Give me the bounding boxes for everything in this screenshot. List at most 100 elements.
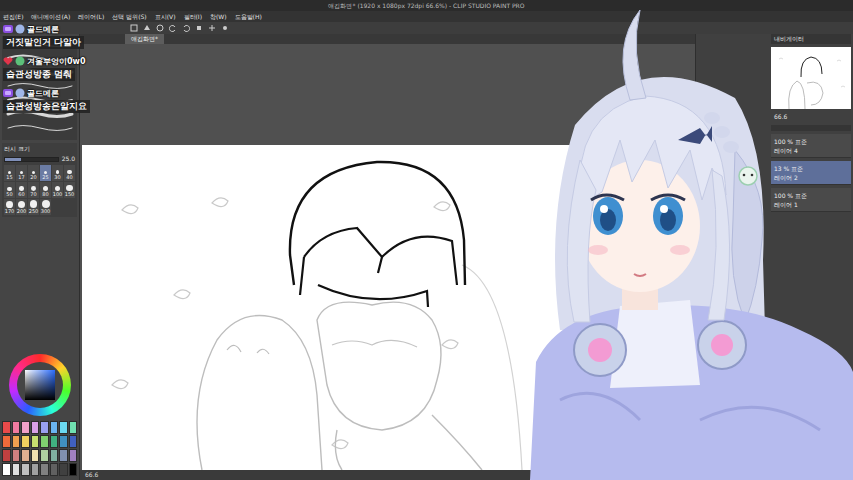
palette-swatch[interactable] xyxy=(2,449,11,462)
tool-button[interactable] xyxy=(169,24,177,32)
palette-swatch[interactable] xyxy=(59,463,68,476)
palette-swatch[interactable] xyxy=(31,421,40,434)
navigator-title[interactable]: 내비게이터 xyxy=(771,34,851,44)
palette-swatch[interactable] xyxy=(21,449,30,462)
palette-swatch[interactable] xyxy=(69,449,78,462)
document-tabs: 애김화면* xyxy=(80,34,695,44)
brush-size-preset[interactable]: 15 xyxy=(4,165,15,181)
tool-button[interactable] xyxy=(143,24,151,32)
palette-swatch[interactable] xyxy=(50,449,59,462)
layer-blend-mode: 표준 xyxy=(795,138,807,145)
palette-swatch[interactable] xyxy=(2,435,11,448)
navigator-preview[interactable] xyxy=(771,47,851,109)
menu-item[interactable]: 선택 범위(S) xyxy=(112,11,146,22)
chat-author: 겨울부엉이0w0 xyxy=(3,55,86,67)
saturation-square[interactable] xyxy=(25,370,55,400)
tool-button[interactable] xyxy=(195,24,203,32)
brush-size-preset[interactable]: 300 xyxy=(40,199,51,215)
chat-author: 골드메론 xyxy=(3,23,59,35)
palette-swatch[interactable] xyxy=(40,421,49,434)
palette-swatch[interactable] xyxy=(59,421,68,434)
preset-label: 150 xyxy=(65,191,75,197)
layer-row[interactable]: 100 % 표준레이어 4 xyxy=(771,134,851,158)
brush-size-preset[interactable]: 150 xyxy=(64,182,75,198)
chat-text: 습관성방종 멈춰 xyxy=(3,68,75,81)
tool-button[interactable] xyxy=(221,24,229,32)
tool-button[interactable] xyxy=(156,24,164,32)
palette-swatch[interactable] xyxy=(59,449,68,462)
preset-label: 30 xyxy=(54,174,60,180)
size-dot-icon xyxy=(66,185,72,191)
palette-swatch[interactable] xyxy=(12,449,21,462)
palette-swatch[interactable] xyxy=(21,421,30,434)
size-dot-icon xyxy=(31,186,36,191)
tool-icon xyxy=(221,24,229,32)
brush-size-preset[interactable]: 40 xyxy=(64,165,75,181)
brush-size-preset[interactable]: 30 xyxy=(52,165,63,181)
palette-swatch[interactable] xyxy=(69,421,78,434)
menu-item[interactable]: 표시(V) xyxy=(155,11,176,22)
palette-swatch[interactable] xyxy=(50,435,59,448)
palette-swatch[interactable] xyxy=(21,463,30,476)
brush-size-preset[interactable]: 100 xyxy=(52,182,63,198)
size-dot-icon xyxy=(43,186,48,191)
preset-label: 50 xyxy=(6,191,12,197)
palette-swatch[interactable] xyxy=(2,463,11,476)
brush-size-preset[interactable]: 50 xyxy=(4,182,15,198)
chat-username: 겨울부엉이0w0 xyxy=(27,56,86,67)
palette-swatch[interactable] xyxy=(12,463,21,476)
palette-swatch[interactable] xyxy=(31,463,40,476)
window-title: 애김화면* (1920 x 1080px 72dpi 66.6%) - CLIP… xyxy=(0,0,853,11)
tool-icon xyxy=(130,24,138,32)
palette-swatch[interactable] xyxy=(50,463,59,476)
palette-swatch[interactable] xyxy=(12,421,21,434)
palette-swatch[interactable] xyxy=(31,435,40,448)
palette-swatch[interactable] xyxy=(50,421,59,434)
tool-icon xyxy=(208,24,216,32)
menu-item[interactable]: 편집(E) xyxy=(3,11,23,22)
layer-row[interactable]: 100 % 표준레이어 1 xyxy=(771,188,851,212)
size-dot-icon xyxy=(56,170,60,174)
palette-swatch[interactable] xyxy=(31,449,40,462)
hue-ring[interactable] xyxy=(9,354,71,416)
menu-item[interactable]: 필터(I) xyxy=(184,11,202,22)
brush-size-preset[interactable]: 250 xyxy=(28,199,39,215)
menu-item[interactable]: 애니메이션(A) xyxy=(31,11,70,22)
brush-size-preset[interactable]: 25 xyxy=(40,165,51,181)
tool-button[interactable] xyxy=(208,24,216,32)
size-dot-icon xyxy=(19,186,24,191)
user-avatar-icon xyxy=(15,88,25,98)
drawing-canvas[interactable] xyxy=(82,145,695,470)
tool-button[interactable] xyxy=(130,24,138,32)
navigator-zoom[interactable]: 66.6 xyxy=(771,112,851,122)
brush-size-preset[interactable]: 170 xyxy=(4,199,15,215)
layer-row[interactable]: 13 % 표준레이어 2 xyxy=(771,161,851,185)
palette-swatch[interactable] xyxy=(69,435,78,448)
brush-stroke-list[interactable] xyxy=(2,36,77,140)
palette-swatch[interactable] xyxy=(40,463,49,476)
size-dot-icon xyxy=(6,201,13,208)
brush-size-value[interactable]: 25.0 xyxy=(62,155,75,163)
tool-icon xyxy=(143,24,151,32)
subscriber-badge-icon xyxy=(3,88,13,98)
brush-size-preset[interactable]: 70 xyxy=(28,182,39,198)
menu-item[interactable]: 창(W) xyxy=(210,11,227,22)
palette-swatch[interactable] xyxy=(40,435,49,448)
brush-size-preset[interactable]: 60 xyxy=(16,182,27,198)
document-tab[interactable]: 애김화면* xyxy=(125,34,164,44)
palette-swatch[interactable] xyxy=(69,463,78,476)
tool-button[interactable] xyxy=(182,24,190,32)
color-palette xyxy=(2,421,77,478)
palette-swatch[interactable] xyxy=(59,435,68,448)
palette-swatch[interactable] xyxy=(12,435,21,448)
menu-item[interactable]: 레이어(L) xyxy=(78,11,104,22)
brush-size-preset[interactable]: 200 xyxy=(16,199,27,215)
palette-swatch[interactable] xyxy=(40,449,49,462)
brush-size-preset[interactable]: 17 xyxy=(16,165,27,181)
palette-swatch[interactable] xyxy=(21,435,30,448)
slider-track[interactable] xyxy=(4,157,59,162)
palette-swatch[interactable] xyxy=(2,421,11,434)
menu-item[interactable]: 도움말(H) xyxy=(235,11,262,22)
brush-size-preset[interactable]: 20 xyxy=(28,165,39,181)
brush-size-preset[interactable]: 80 xyxy=(40,182,51,198)
